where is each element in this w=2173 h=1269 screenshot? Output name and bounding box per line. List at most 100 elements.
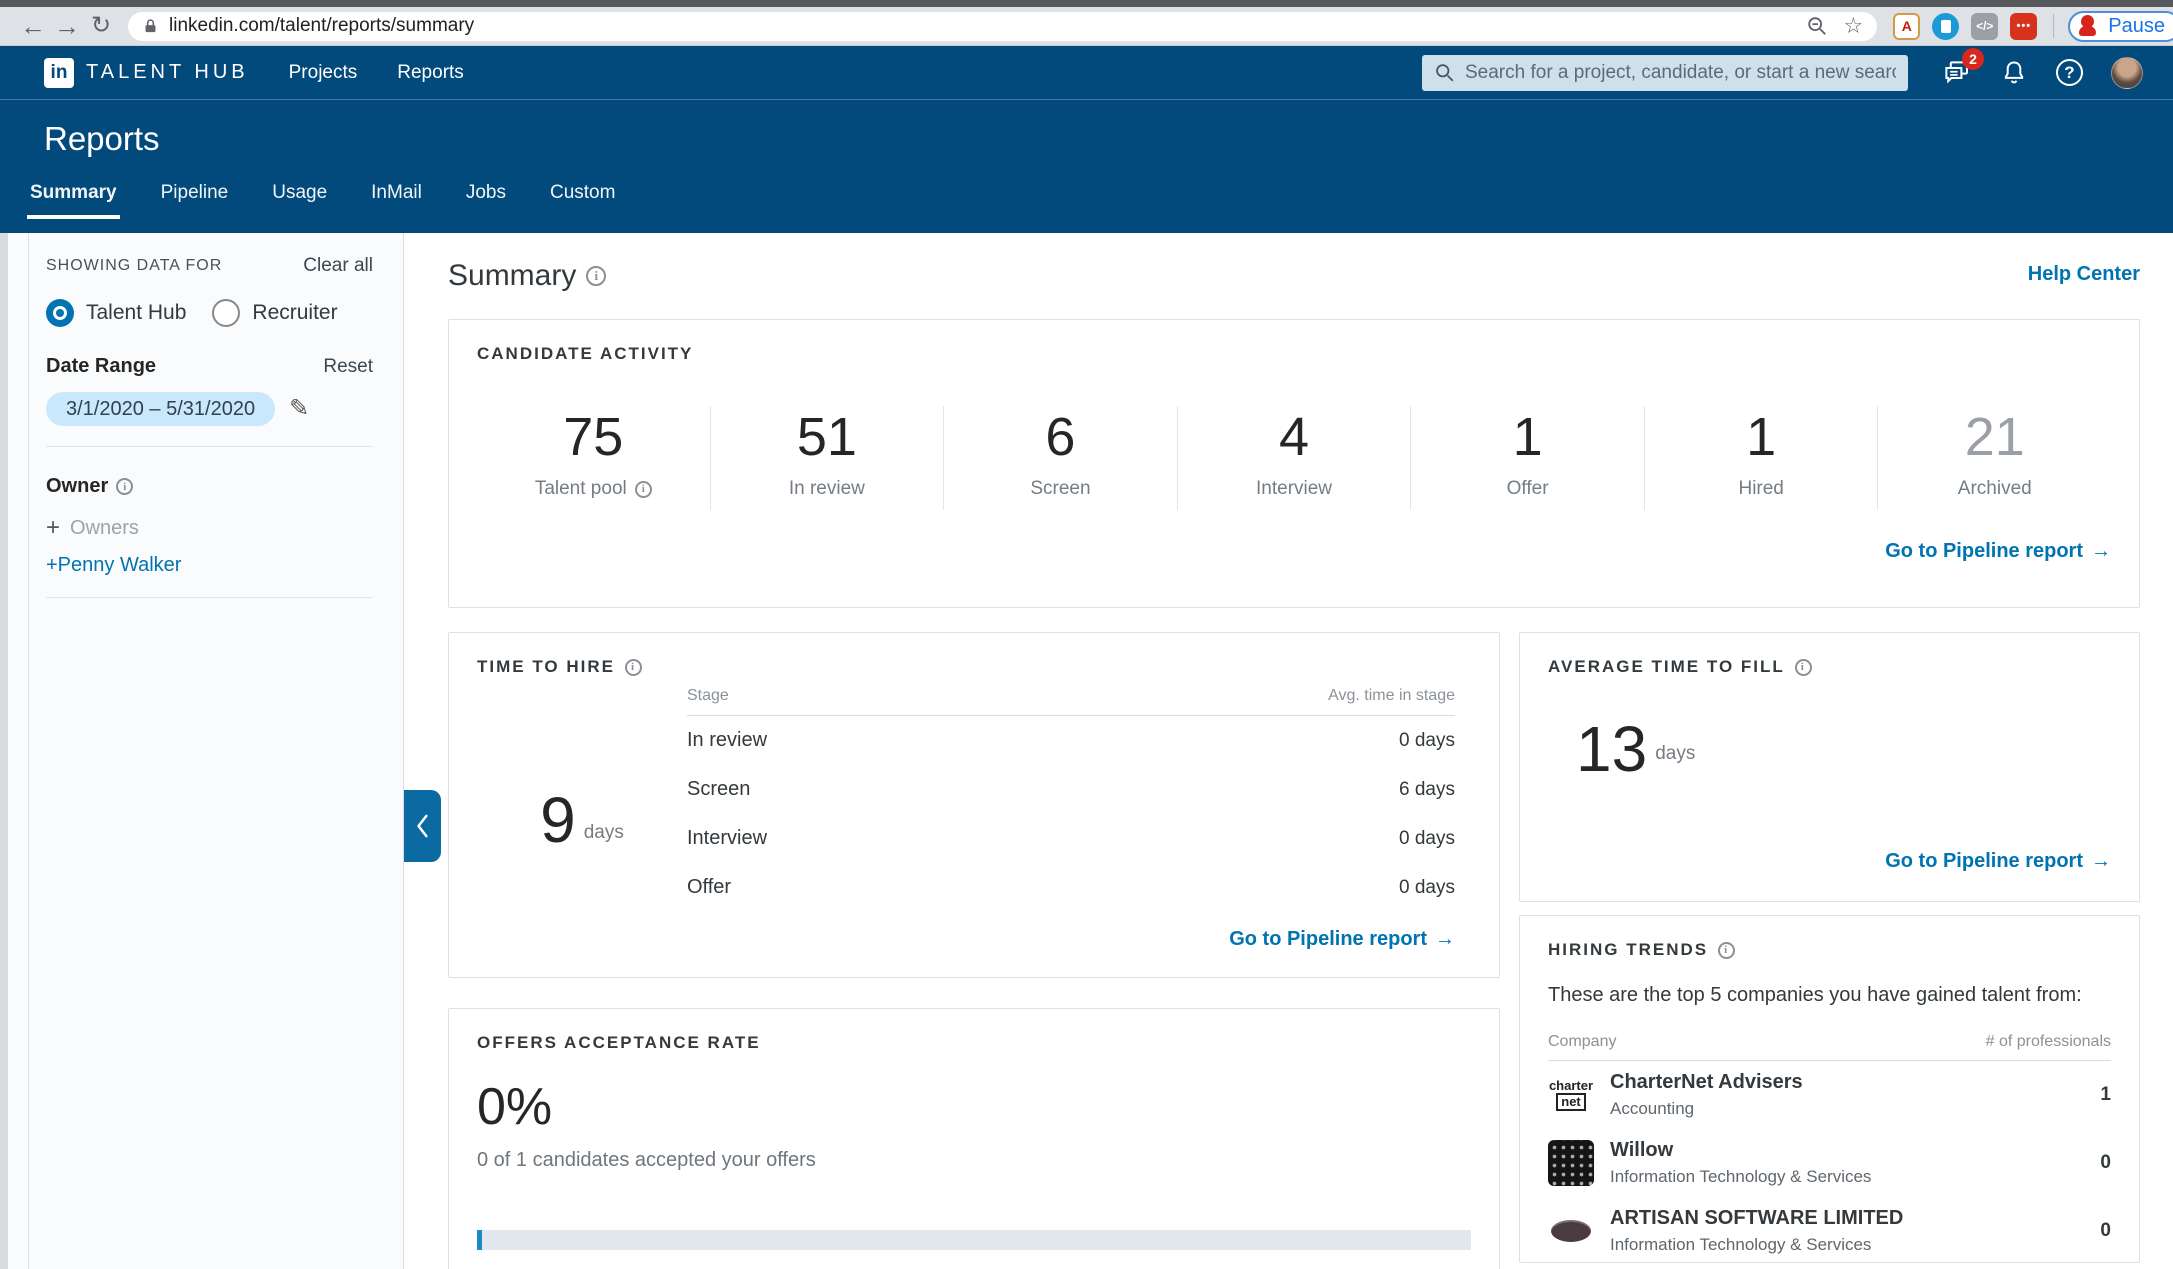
reset-button[interactable]: Reset xyxy=(323,356,373,378)
time-to-hire-value: 9 days xyxy=(477,687,687,953)
radio-talent-hub-label: Talent Hub xyxy=(86,301,186,325)
summary-heading: Summary xyxy=(448,259,576,293)
list-item[interactable]: ARTISAN SOFTWARE LIMITED Information Tec… xyxy=(1548,1197,2111,1265)
page-title: Reports xyxy=(0,100,2173,158)
add-owners-button[interactable]: + Owners xyxy=(46,516,373,540)
go-to-pipeline-report-link[interactable]: Go to Pipeline report xyxy=(1885,850,2111,872)
forward-icon[interactable]: → xyxy=(50,13,84,39)
data-source-radios: Talent Hub Recruiter xyxy=(46,299,373,327)
nav-link-reports[interactable]: Reports xyxy=(397,62,464,84)
hiring-trends-info-icon[interactable] xyxy=(1718,942,1735,959)
user-avatar[interactable] xyxy=(2111,57,2143,89)
owners-add-label: Owners xyxy=(70,517,139,540)
metric-interview: 4 Interview xyxy=(1178,406,1412,510)
help-icon[interactable]: ? xyxy=(2056,59,2083,86)
company-column-header: Company xyxy=(1548,1033,1616,1051)
code-extension-icon[interactable]: </> xyxy=(1971,13,1998,40)
search-input[interactable] xyxy=(1465,62,1896,84)
company-industry: Information Technology & Services xyxy=(1610,1235,2100,1255)
offers-acceptance-title: OFFERS ACCEPTANCE RATE xyxy=(477,1033,761,1053)
search-icon xyxy=(1434,62,1455,83)
nav-row: in TALENT HUB Projects Reports 2 ? xyxy=(0,46,2173,100)
bookmark-star-icon[interactable]: ☆ xyxy=(1844,15,1864,37)
go-to-pipeline-report-link[interactable]: Go to Pipeline report xyxy=(1885,540,2111,562)
candidate-activity-title: CANDIDATE ACTIVITY xyxy=(477,344,693,364)
tab-jobs[interactable]: Jobs xyxy=(463,182,509,219)
pause-label: Pause xyxy=(2108,15,2165,38)
company-name[interactable]: CharterNet Advisers xyxy=(1610,1071,2100,1094)
nav-icons: 2 ? xyxy=(1942,57,2143,89)
charternet-logo: charter net xyxy=(1548,1072,1594,1118)
average-time-to-fill-card: AVERAGE TIME TO FILL 13 days Go to Pipel… xyxy=(1519,632,2140,902)
report-tabs: Summary Pipeline Usage InMail Jobs Custo… xyxy=(0,182,2173,219)
sidebar-divider-bottom xyxy=(46,597,373,598)
candidate-activity-metrics: 75 Talent pool 51 In review 6 Screen 4 I… xyxy=(477,406,2111,510)
metric-talent-pool: 75 Talent pool xyxy=(477,406,711,510)
stage-column-header: Stage xyxy=(687,687,729,705)
summary-info-icon[interactable] xyxy=(586,266,606,286)
offers-acceptance-rate: 0% xyxy=(477,1077,1471,1137)
person-silhouette-icon xyxy=(2076,15,2098,37)
global-search[interactable] xyxy=(1422,55,1908,91)
tab-inmail[interactable]: InMail xyxy=(368,182,425,219)
time-to-hire-card: TIME TO HIRE 9 days Stage Avg xyxy=(448,632,1500,978)
help-center-link[interactable]: Help Center xyxy=(2028,263,2140,286)
owner-label: Owner xyxy=(46,475,108,498)
radio-talent-hub[interactable]: Talent Hub xyxy=(46,299,186,327)
owner-filter-penny-walker[interactable]: +Penny Walker xyxy=(46,554,373,577)
edit-pencil-icon[interactable]: ✎ xyxy=(289,397,309,421)
nav-link-projects[interactable]: Projects xyxy=(289,62,358,84)
list-item[interactable]: charter net CharterNet Advisers Accounti… xyxy=(1548,1061,2111,1129)
extension-icons: A </> ••• xyxy=(1893,13,2058,40)
address-bar[interactable]: linkedin.com/talent/reports/summary ☆ xyxy=(128,12,1877,41)
go-to-pipeline-report-link[interactable]: Go to Pipeline report xyxy=(1229,928,1455,950)
company-name[interactable]: Willow xyxy=(1610,1139,2100,1162)
page: ← → ↻ linkedin.com/talent/reports/summar… xyxy=(0,0,2173,1269)
filters-sidebar: SHOWING DATA FOR Clear all Talent Hub Re… xyxy=(0,233,404,1269)
radio-selected-icon xyxy=(46,299,74,327)
company-industry: Information Technology & Services xyxy=(1610,1167,2100,1187)
owner-info-icon[interactable] xyxy=(116,478,133,495)
average-time-to-fill-title: AVERAGE TIME TO FILL xyxy=(1548,657,1785,677)
pdf-extension-icon[interactable]: A xyxy=(1893,13,1920,40)
blue-extension-icon[interactable] xyxy=(1932,13,1959,40)
url-text[interactable]: linkedin.com/talent/reports/summary xyxy=(169,15,1798,37)
company-name[interactable]: ARTISAN SOFTWARE LIMITED xyxy=(1610,1207,2100,1230)
company-count: 0 xyxy=(2100,1220,2111,1242)
content: SHOWING DATA FOR Clear all Talent Hub Re… xyxy=(0,233,2173,1269)
candidate-activity-card: CANDIDATE ACTIVITY 75 Talent pool 51 In … xyxy=(448,319,2140,608)
company-industry: Accounting xyxy=(1610,1099,2100,1119)
reload-icon[interactable]: ↻ xyxy=(84,14,118,38)
pause-extension-pill[interactable]: Pause xyxy=(2068,11,2173,42)
date-range-pill[interactable]: 3/1/2020 – 5/31/2020 xyxy=(46,392,275,426)
professionals-column-header: # of professionals xyxy=(1986,1033,2111,1051)
linkedin-logo[interactable]: in xyxy=(44,58,74,88)
offers-progress-bar xyxy=(477,1230,1471,1250)
list-item[interactable]: Willow Information Technology & Services… xyxy=(1548,1129,2111,1197)
offers-acceptance-caption: 0 of 1 candidates accepted your offers xyxy=(477,1149,1471,1172)
clear-all-button[interactable]: Clear all xyxy=(303,255,373,277)
messages-badge: 2 xyxy=(1962,48,1984,70)
tab-custom[interactable]: Custom xyxy=(547,182,618,219)
average-time-to-fill-value: 13 days xyxy=(1576,717,2111,850)
willow-logo xyxy=(1548,1140,1594,1186)
red-extension-icon[interactable]: ••• xyxy=(2010,13,2037,40)
tab-usage[interactable]: Usage xyxy=(269,182,330,219)
notifications-bell-icon[interactable] xyxy=(2000,59,2028,87)
tab-pipeline[interactable]: Pipeline xyxy=(158,182,232,219)
brand-title: TALENT HUB xyxy=(86,61,249,84)
radio-recruiter-label: Recruiter xyxy=(252,301,337,325)
offers-progress-fill xyxy=(477,1230,482,1250)
talent-pool-info-icon[interactable] xyxy=(635,481,652,498)
average-time-to-fill-info-icon[interactable] xyxy=(1795,659,1812,676)
time-to-hire-title: TIME TO HIRE xyxy=(477,657,615,677)
back-icon[interactable]: ← xyxy=(16,13,50,39)
hiring-trends-card: HIRING TRENDS These are the top 5 compan… xyxy=(1519,915,2140,1263)
time-to-hire-info-icon[interactable] xyxy=(625,659,642,676)
zoom-out-icon[interactable] xyxy=(1806,15,1828,37)
radio-recruiter[interactable]: Recruiter xyxy=(212,299,337,327)
sidebar-collapse-button[interactable] xyxy=(404,790,441,862)
messages-icon[interactable]: 2 xyxy=(1942,58,1972,88)
tab-summary[interactable]: Summary xyxy=(27,182,120,219)
metric-in-review: 51 In review xyxy=(711,406,945,510)
